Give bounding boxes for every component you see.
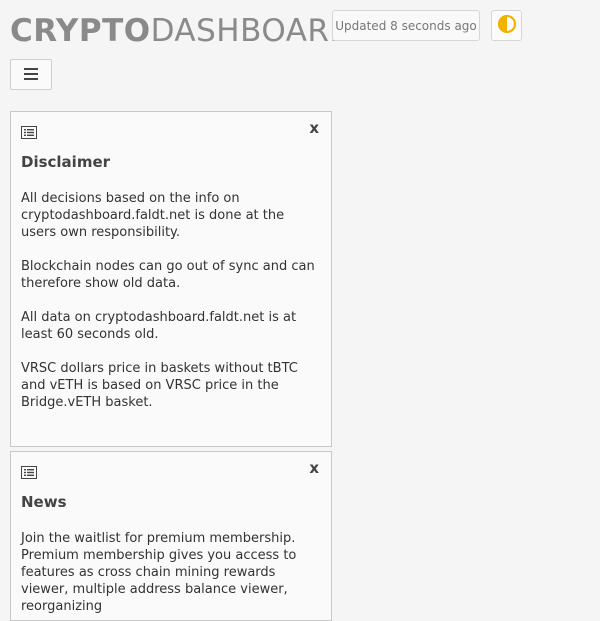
card-body: Join the waitlist for premium membership… [21, 530, 321, 615]
paragraph: All data on cryptodashboard.faldt.net is… [21, 310, 297, 342]
card-title: News [21, 493, 67, 511]
logo-crypto-text: CRYPTO [10, 13, 151, 49]
paragraph: Blockchain nodes can go out of sync and … [21, 259, 315, 291]
close-icon[interactable]: x [309, 119, 319, 137]
app-logo[interactable]: CRYPTODASHBOARD [10, 12, 354, 50]
list-card-icon [21, 124, 37, 143]
news-card: x News Join the waitlist for premium mem… [10, 451, 332, 621]
menu-button[interactable] [10, 59, 52, 90]
hamburger-icon [24, 65, 38, 84]
list-card-icon [21, 464, 37, 483]
half-circle-theme-icon [497, 14, 517, 38]
updated-status: Updated 8 seconds ago [332, 10, 480, 41]
paragraph: Join the waitlist for premium membership… [21, 531, 297, 614]
paragraph: All decisions based on the info on crypt… [21, 191, 285, 240]
close-icon[interactable]: x [309, 459, 319, 477]
logo-dashboard-text: DASHBOARD [150, 13, 354, 49]
theme-toggle-button[interactable] [491, 10, 522, 41]
disclaimer-card: x Disclaimer All decisions based on the … [10, 111, 332, 447]
card-body: All decisions based on the info on crypt… [21, 190, 321, 411]
paragraph: VRSC dollars price in baskets without tB… [21, 361, 298, 410]
card-title: Disclaimer [21, 153, 111, 171]
